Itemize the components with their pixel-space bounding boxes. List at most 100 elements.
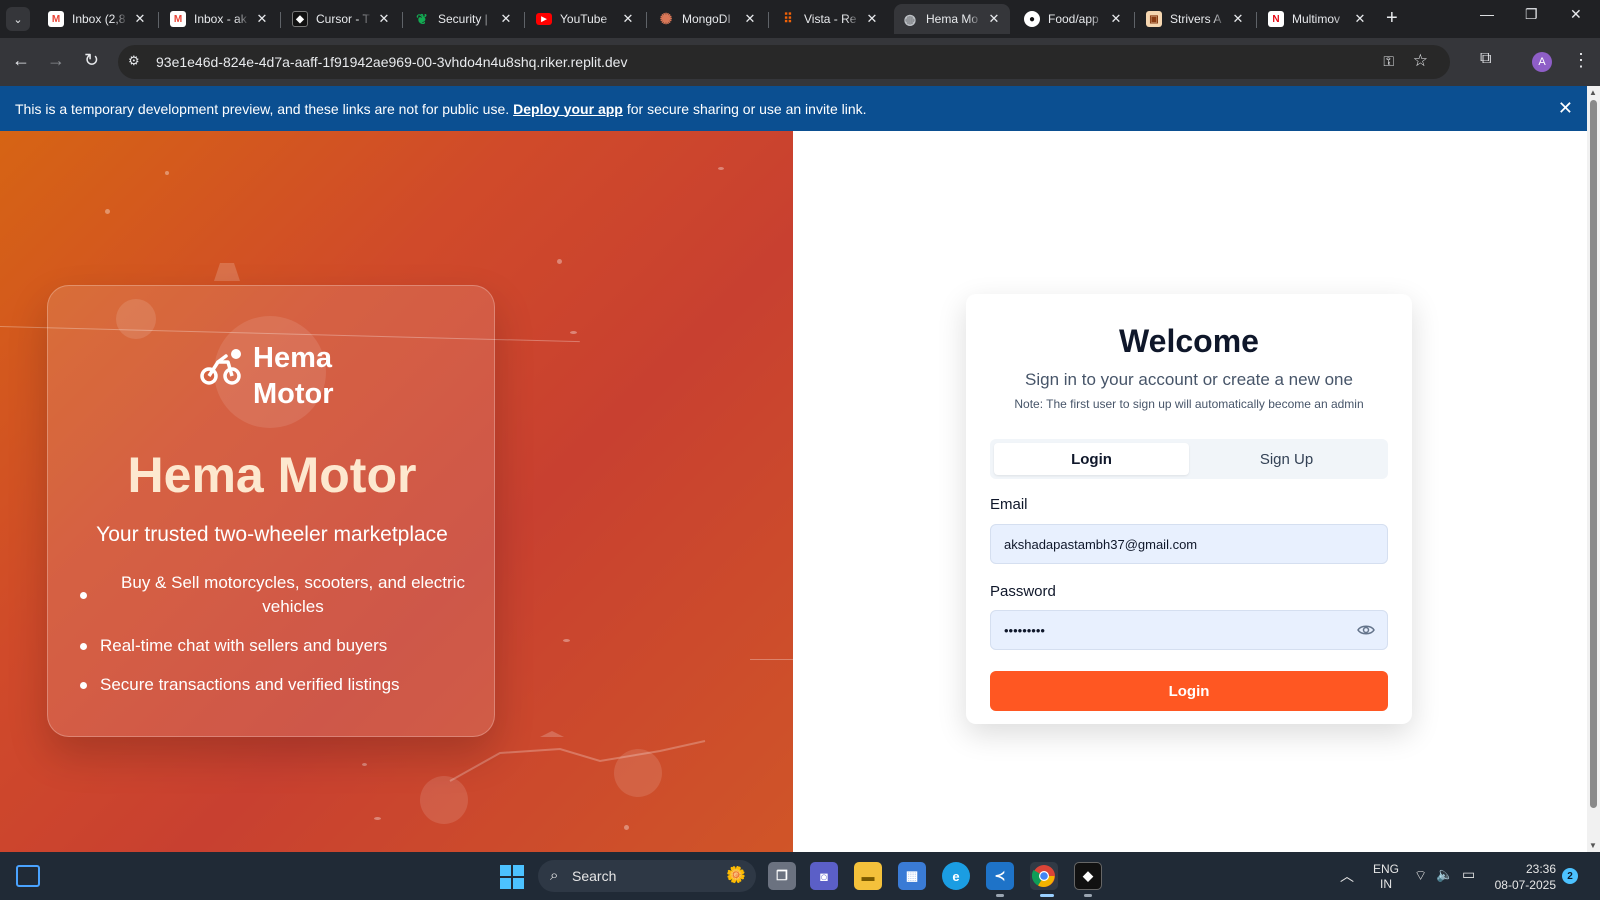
window-close-icon[interactable]: ✕ [1570,6,1582,23]
welcome-title: Welcome [1119,323,1259,359]
decor-motorcycle-outline [449,731,706,782]
address-bar[interactable]: ⚙ 93e1e46d-824e-4d7a-aaff-1f91942ae969-0… [118,45,1450,79]
browser-tab[interactable]: ◆ Cursor - T ✕ [284,4,400,34]
tab-title: Strivers A [1170,12,1222,26]
chrome-icon[interactable] [1030,862,1058,890]
gmail-icon: M [170,11,186,27]
browser-tab[interactable]: ▶ YouTube ✕ [528,4,644,34]
taskbar-search[interactable]: ⌕ Search 🌼 [538,860,756,892]
logo-text: Hema Motor [253,340,334,412]
microsoft-store-icon[interactable]: ▦ [898,862,926,890]
close-tab-icon[interactable]: ✕ [254,11,270,27]
banner-text: This is a temporary development preview,… [15,100,510,117]
scroll-down-arrow-icon[interactable]: ▼ [1589,841,1597,850]
logo-line-1: Hema [253,342,332,374]
scroll-up-arrow-icon[interactable]: ▲ [1589,88,1597,97]
replit-icon: ⠿ [783,11,793,26]
restore-icon[interactable]: ❐ [1525,6,1538,23]
close-tab-icon[interactable]: ✕ [1108,11,1124,27]
browser-tab[interactable]: ● Food/app ✕ [1016,4,1132,34]
url-text[interactable]: 93e1e46d-824e-4d7a-aaff-1f91942ae969-00-… [156,54,627,70]
tab-login[interactable]: Login [994,443,1189,475]
close-tab-icon[interactable]: ✕ [498,11,514,27]
new-tab-plus-icon[interactable]: + [1386,8,1398,28]
cursor-app-icon[interactable]: ◆ [1074,862,1102,890]
teams-chat-icon[interactable]: ◙ [810,862,838,890]
scrollbar-thumb[interactable] [1590,100,1597,808]
search-icon: ⌕ [550,867,559,884]
task-view-icon[interactable]: ❐ [768,862,796,890]
language-indicator[interactable]: ENG IN [1373,862,1399,892]
back-arrow-icon[interactable]: ← [12,50,30,70]
bullet-dot [80,682,87,689]
feature-text: Secure transactions and verified listing… [100,675,400,694]
password-label: Password [990,583,1056,600]
claude-icon: ✺ [659,11,673,28]
browser-tab[interactable]: N Multimov ✕ [1260,4,1376,34]
password-field[interactable]: ••••••••• [990,610,1388,650]
decor-dot [374,817,381,820]
page-scrollbar[interactable]: ▲ ▼ [1587,86,1600,852]
taskbar-search-label: Search [572,868,617,884]
deploy-app-link[interactable]: Deploy your app [513,101,623,117]
browser-menu-icon[interactable]: ⋮ [1572,50,1590,71]
cursor-icon: ◆ [292,11,308,27]
file-explorer-icon[interactable]: ▬ [854,862,882,890]
battery-icon[interactable]: ▭ [1462,866,1475,883]
tab-title: Hema Mo [926,12,979,26]
close-tab-icon[interactable]: ✕ [376,11,392,27]
site-info-tune-icon[interactable]: ⚙ [128,53,140,69]
browser-tab[interactable]: M Inbox (2,8 ✕ [40,4,156,34]
minimize-icon[interactable]: — [1480,6,1494,22]
dev-preview-banner: This is a temporary development preview,… [0,86,1587,131]
search-highlight-icon: 🌼 [726,867,746,884]
browser-tab[interactable]: M Inbox - ak ✕ [162,4,278,34]
browser-tab[interactable]: ❦ Security | ✕ [406,4,522,34]
notification-badge[interactable]: 2 [1562,868,1578,884]
close-tab-icon[interactable]: ✕ [986,11,1002,27]
banner-close-icon[interactable]: ✕ [1558,98,1573,119]
volume-icon[interactable]: 🔈 [1436,866,1453,883]
profile-avatar[interactable]: A [1532,52,1552,72]
wifi-icon[interactable]: ⌔ [1414,867,1427,885]
reload-icon[interactable]: ↻ [84,50,99,70]
gmail-icon: M [48,11,64,27]
email-field[interactable]: akshadapastambh37@gmail.com [990,524,1388,564]
windows-start-icon[interactable] [500,865,524,889]
edge-icon[interactable]: e [942,862,970,890]
close-tab-icon[interactable]: ✕ [620,11,636,27]
feature-item: Real-time chat with sellers and buyers [78,634,478,658]
forward-arrow-icon[interactable]: → [47,50,65,70]
browser-tab[interactable]: ▣ Strivers A ✕ [1138,4,1254,34]
close-tab-icon[interactable]: ✕ [132,11,148,27]
chrome-logo [1032,865,1055,887]
decor-line [750,659,793,660]
close-tab-icon[interactable]: ✕ [1352,11,1368,27]
tab-search-chevron-icon[interactable]: ⌄ [6,7,30,31]
language-code: ENG [1373,862,1400,876]
decor-dot [362,763,367,766]
tab-title: Inbox - ak [194,12,247,26]
clock-date: 08-07-2025 [1494,878,1556,892]
widgets-icon[interactable] [16,865,40,887]
admin-note: Note: The first user to sign up will aut… [1014,397,1364,411]
show-password-eye-icon[interactable] [1357,622,1375,638]
region-code: IN [1380,877,1392,891]
close-tab-icon[interactable]: ✕ [1230,11,1246,27]
browser-tab[interactable]: ✺ MongoDI ✕ [650,4,766,34]
browser-tab-active[interactable]: ◍ Hema Mo ✕ [894,4,1010,34]
bookmark-star-icon[interactable]: ☆ [1413,51,1428,71]
tab-signup[interactable]: Sign Up [1189,443,1384,475]
vscode-icon[interactable]: ≺ [986,862,1014,890]
hero-title: Hema Motor [127,447,417,503]
close-tab-icon[interactable]: ✕ [864,11,880,27]
extensions-puzzle-icon[interactable]: ⧉ [1480,50,1491,68]
login-button[interactable]: Login [990,671,1388,711]
bullet-dot [80,643,87,650]
browser-tab[interactable]: ⠿ Vista - Re ✕ [772,4,888,34]
close-tab-icon[interactable]: ✕ [742,11,758,27]
tray-overflow-chevron-icon[interactable]: ︿ [1340,866,1354,886]
password-key-icon[interactable]: ⚿ [1383,53,1394,70]
page-viewport: This is a temporary development preview,… [0,86,1600,852]
clock[interactable]: 23:36 08-07-2025 [1494,861,1556,893]
